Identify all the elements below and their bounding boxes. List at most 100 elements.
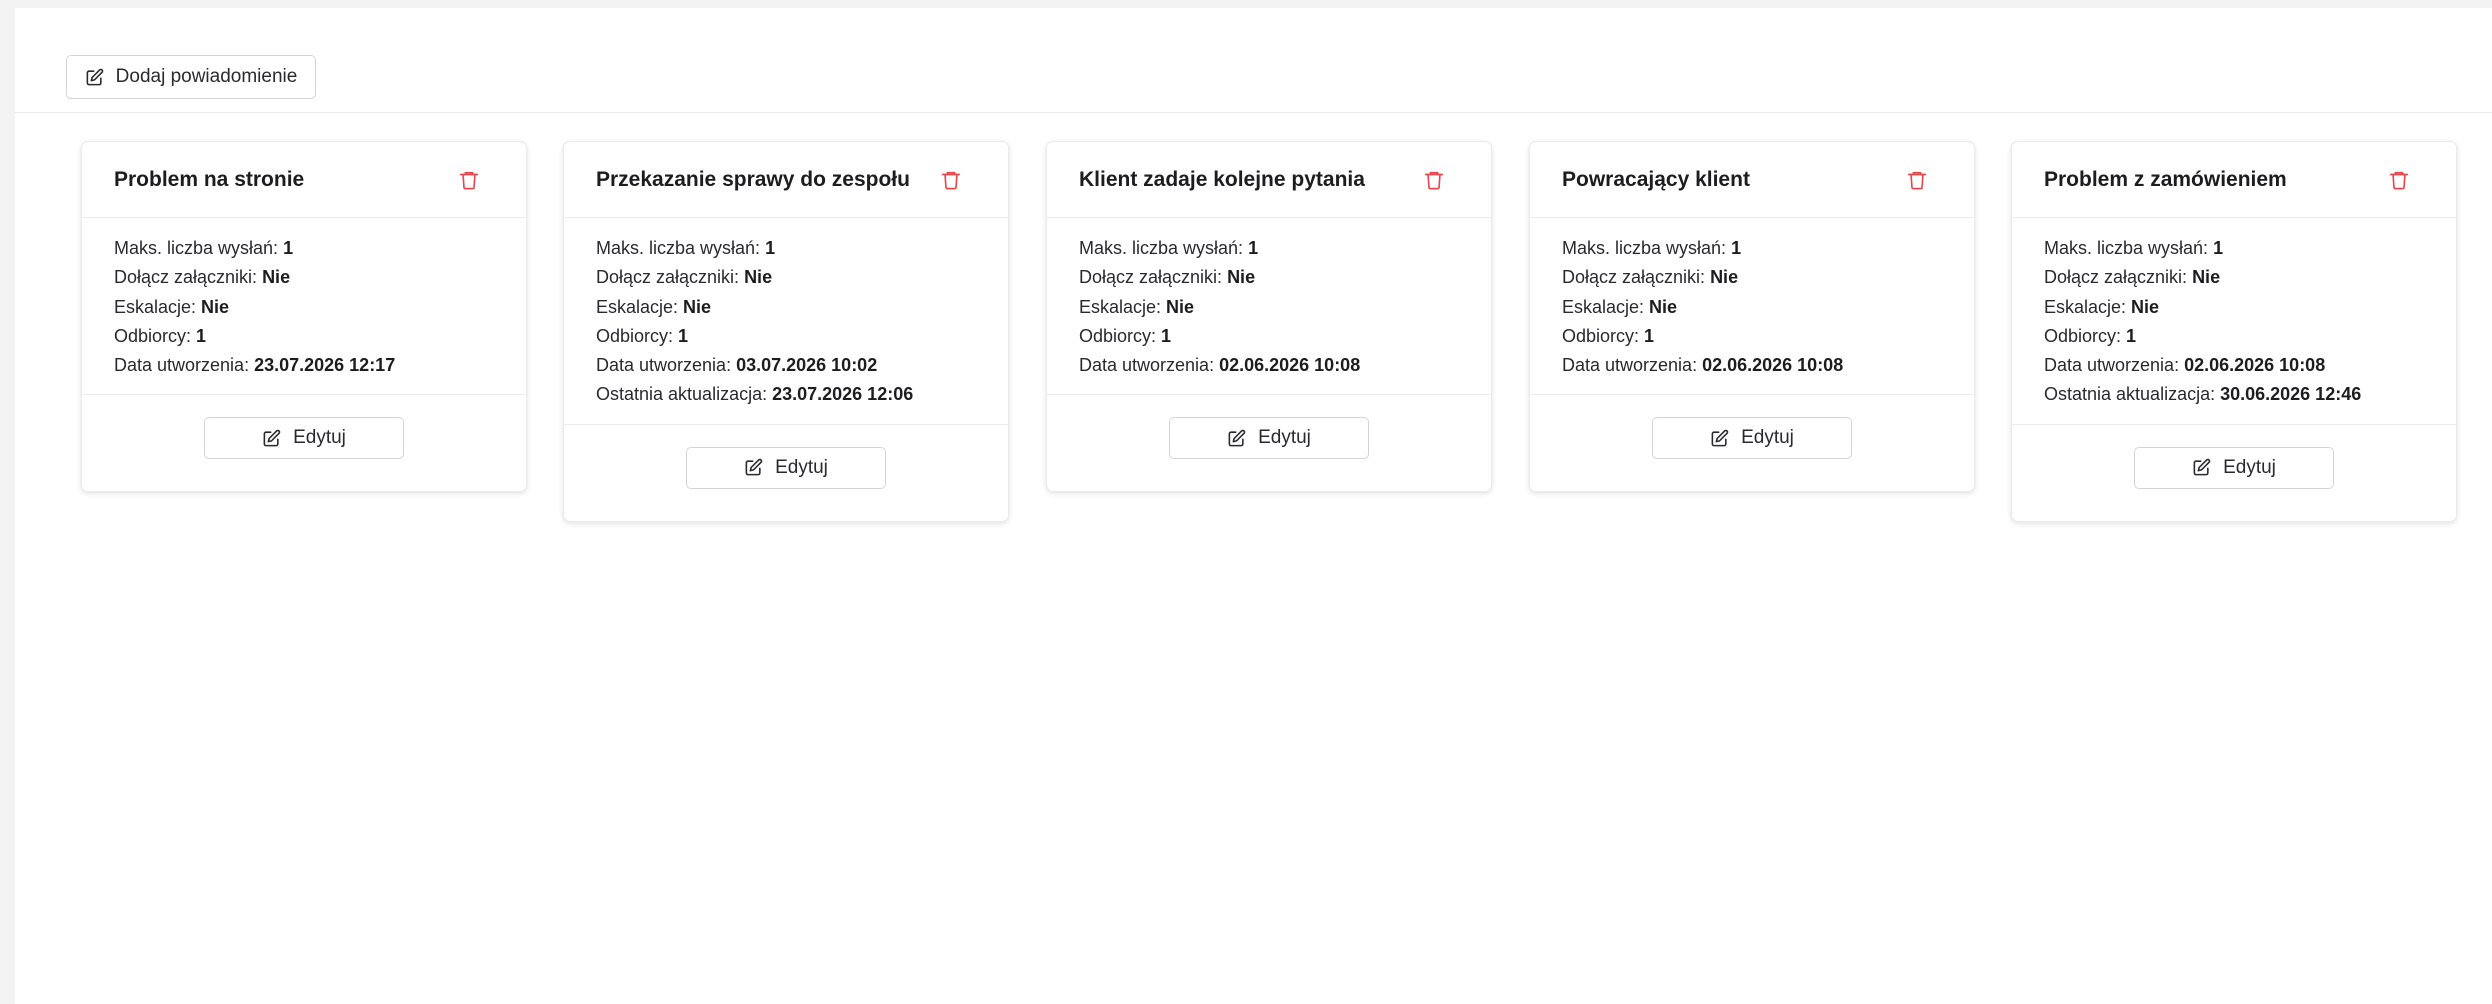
attachments-row: Dołącz załączniki: Nie: [596, 263, 976, 292]
card-title: Klient zadaje kolejne pytania: [1079, 168, 1365, 191]
add-notification-label: Dodaj powiadomienie: [115, 66, 298, 87]
escalations-label: Eskalacje:: [1562, 296, 1650, 317]
max-sends-label: Maks. liczba wysłań:: [114, 238, 284, 258]
delete-button[interactable]: [940, 169, 962, 191]
recipients-row: Odbiorcy: 1: [1079, 322, 1459, 351]
card-title: Problem z zamówieniem: [2044, 168, 2287, 191]
delete-button[interactable]: [1906, 169, 1928, 191]
edit-icon: [1227, 429, 1246, 448]
created-date-label: Data utworzenia:: [2044, 355, 2185, 376]
updated-date-value: 30.06.2026 12:46: [2220, 384, 2362, 405]
created-date-row: Data utworzenia: 02.06.2026 10:08: [1079, 351, 1459, 380]
max-sends-label: Maks. liczba wysłań:: [1562, 238, 1732, 258]
notification-card: Problem z zamówieniem Maks. liczba wysła…: [2011, 141, 2457, 522]
edit-button[interactable]: Edytuj: [204, 417, 404, 460]
created-date-value: 02.06.2026 10:08: [1219, 355, 1361, 376]
attachments-row: Dołącz załączniki: Nie: [114, 263, 494, 292]
max-sends-row: Maks. liczba wysłań: 1: [2044, 234, 2424, 263]
edit-icon: [2192, 458, 2211, 477]
notification-card: Przekazanie sprawy do zespołu Maks. licz…: [563, 141, 1009, 522]
delete-button[interactable]: [1423, 169, 1445, 191]
edit-button[interactable]: Edytuj: [1169, 417, 1369, 460]
escalations-value: Nie: [1649, 296, 1678, 317]
created-date-label: Data utworzenia:: [114, 355, 255, 376]
max-sends-row: Maks. liczba wysłań: 1: [1562, 234, 1942, 263]
created-date-row: Data utworzenia: 02.06.2026 10:08: [2044, 351, 2424, 380]
escalations-value: Nie: [1166, 296, 1195, 317]
delete-button[interactable]: [2388, 169, 2410, 191]
recipients-label: Odbiorcy:: [114, 325, 197, 346]
notification-card: Powracający klient Maks. liczba wysłań: …: [1529, 141, 1975, 493]
card-title: Powracający klient: [1562, 168, 1750, 191]
escalations-value: Nie: [683, 296, 712, 317]
edit-icon: [262, 429, 281, 448]
max-sends-label: Maks. liczba wysłań:: [2044, 238, 2214, 258]
attachments-row: Dołącz załączniki: Nie: [2044, 263, 2424, 292]
attachments-label: Dołącz załączniki:: [114, 267, 263, 288]
created-date-value: 02.06.2026 10:08: [2184, 355, 2326, 376]
updated-date-value: 23.07.2026 12:06: [772, 384, 914, 405]
escalations-label: Eskalacje:: [114, 296, 202, 317]
recipients-row: Odbiorcy: 1: [2044, 322, 2424, 351]
attachments-value: Nie: [1710, 267, 1739, 288]
edit-button[interactable]: Edytuj: [1652, 417, 1852, 460]
edit-button[interactable]: Edytuj: [2134, 446, 2334, 489]
recipients-label: Odbiorcy:: [1079, 325, 1162, 346]
escalations-row: Eskalacje: Nie: [114, 293, 494, 322]
escalations-row: Eskalacje: Nie: [1079, 293, 1459, 322]
trash-icon: [2388, 169, 2410, 191]
recipients-value: 1: [2126, 325, 2137, 346]
card-header: Problem na stronie: [82, 142, 526, 218]
card-footer: Edytuj: [82, 395, 526, 491]
recipients-value: 1: [196, 325, 207, 346]
card-details: Maks. liczba wysłań: 1 Dołącz załączniki…: [2012, 218, 2456, 425]
attachments-value: Nie: [744, 267, 773, 288]
card-footer: Edytuj: [1047, 395, 1491, 491]
escalations-row: Eskalacje: Nie: [1562, 293, 1942, 322]
updated-date-label: Ostatnia aktualizacja:: [2044, 384, 2221, 405]
attachments-row: Dołącz załączniki: Nie: [1562, 263, 1942, 292]
max-sends-row: Maks. liczba wysłań: 1: [114, 234, 494, 263]
created-date-label: Data utworzenia:: [1079, 355, 1220, 376]
recipients-value: 1: [1644, 325, 1655, 346]
card-details: Maks. liczba wysłań: 1 Dołącz załączniki…: [82, 218, 526, 396]
recipients-row: Odbiorcy: 1: [1562, 322, 1942, 351]
recipients-value: 1: [1161, 325, 1172, 346]
recipients-row: Odbiorcy: 1: [596, 322, 976, 351]
created-date-value: 02.06.2026 10:08: [1702, 355, 1844, 376]
escalations-label: Eskalacje:: [1079, 296, 1167, 317]
notification-card: Klient zadaje kolejne pytania Maks. licz…: [1046, 141, 1492, 493]
recipients-label: Odbiorcy:: [596, 325, 679, 346]
max-sends-value: 1: [765, 238, 776, 258]
edit-button-label: Edytuj: [293, 427, 346, 449]
edit-button[interactable]: Edytuj: [686, 446, 886, 489]
max-sends-value: 1: [1248, 238, 1259, 258]
max-sends-row: Maks. liczba wysłań: 1: [1079, 234, 1459, 263]
max-sends-label: Maks. liczba wysłań:: [1079, 238, 1249, 258]
card-details: Maks. liczba wysłań: 1 Dołącz załączniki…: [1047, 218, 1491, 396]
delete-button[interactable]: [458, 169, 480, 191]
attachments-label: Dołącz załączniki:: [1079, 267, 1228, 288]
trash-icon: [1906, 169, 1928, 191]
attachments-value: Nie: [2192, 267, 2221, 288]
created-date-row: Data utworzenia: 03.07.2026 10:02: [596, 351, 976, 380]
edit-icon: [1710, 429, 1729, 448]
card-footer: Edytuj: [1530, 395, 1974, 491]
updated-date-row: Ostatnia aktualizacja: 30.06.2026 12:46: [2044, 380, 2424, 409]
max-sends-value: 1: [283, 238, 294, 258]
trash-icon: [1423, 169, 1445, 191]
created-date-label: Data utworzenia:: [1562, 355, 1703, 376]
created-date-value: 03.07.2026 10:02: [736, 355, 878, 376]
attachments-value: Nie: [1227, 267, 1256, 288]
card-header: Przekazanie sprawy do zespołu: [564, 142, 1008, 218]
attachments-label: Dołącz załączniki:: [596, 267, 745, 288]
card-title: Przekazanie sprawy do zespołu: [596, 168, 910, 191]
recipients-label: Odbiorcy:: [2044, 325, 2127, 346]
edit-button-label: Edytuj: [775, 456, 828, 478]
created-date-row: Data utworzenia: 23.07.2026 12:17: [114, 351, 494, 380]
card-details: Maks. liczba wysłań: 1 Dołącz załączniki…: [1530, 218, 1974, 396]
card-header: Klient zadaje kolejne pytania: [1047, 142, 1491, 218]
edit-button-label: Edytuj: [1741, 427, 1794, 449]
recipients-value: 1: [678, 325, 689, 346]
add-notification-button[interactable]: Dodaj powiadomienie: [66, 55, 316, 99]
